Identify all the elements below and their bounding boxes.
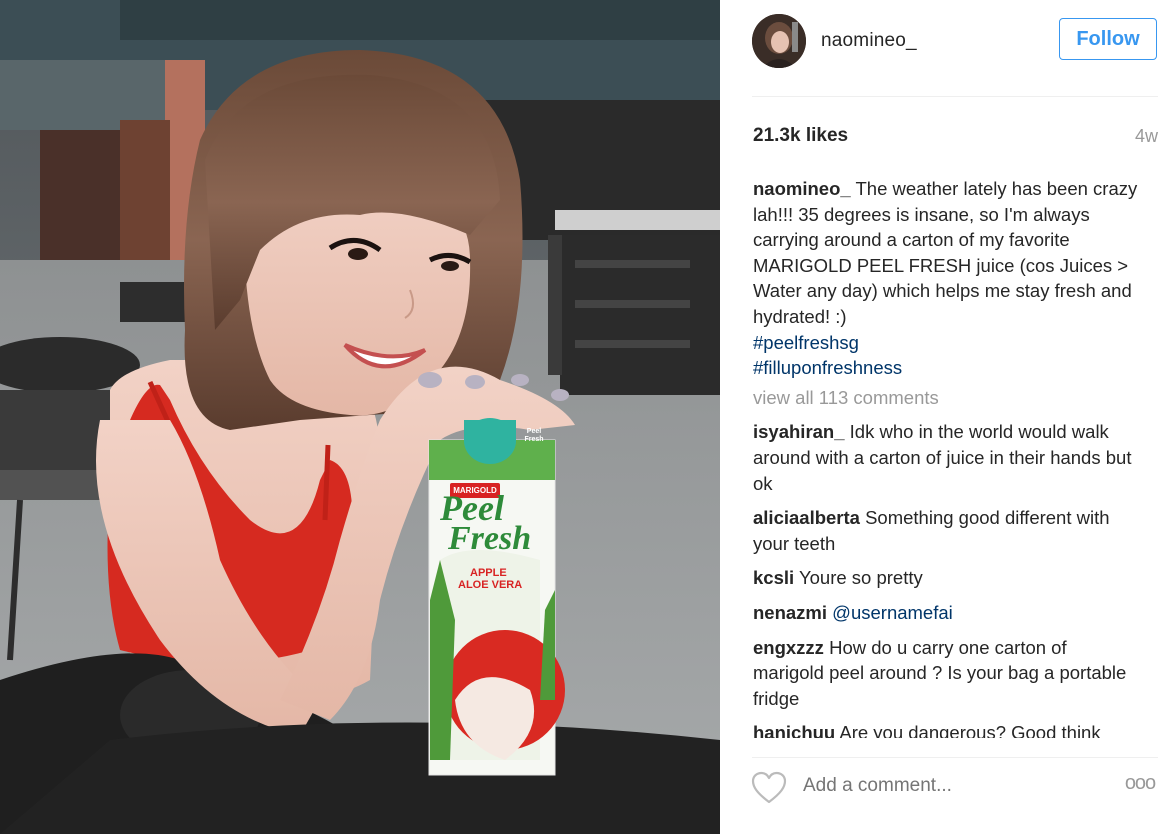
post-side-panel: naomineo_ Follow 21.3k likes 4w naomineo… (720, 0, 1170, 834)
likes-count[interactable]: 21.3k likes (753, 125, 848, 147)
caption: naomineo_ The weather lately has been cr… (753, 176, 1138, 381)
juice-carton (428, 418, 565, 776)
comment-username[interactable]: aliciaalberta (753, 507, 860, 528)
carton-name-line2: Fresh (448, 520, 532, 557)
carton-flavor-line1: APPLE (470, 567, 507, 579)
comment-item: nenazmi @usernamefai (753, 600, 1138, 626)
comment-mention-link[interactable]: @usernamefai (832, 602, 953, 623)
follow-button[interactable]: Follow (1059, 18, 1157, 60)
more-options-icon[interactable]: ooo (1122, 772, 1158, 802)
post-age[interactable]: 4w (1135, 126, 1158, 147)
comment-item: engxzzz How do u carry one carton of mar… (753, 635, 1138, 712)
comment-username[interactable]: nenazmi (753, 602, 827, 623)
comment-item: isyahiran_ Idk who in the world would wa… (753, 419, 1138, 496)
post-username[interactable]: naomineo_ (821, 30, 917, 52)
post-header: naomineo_ Follow (720, 0, 1170, 96)
comment-text: Youre so pretty (798, 567, 923, 589)
carton-name-line1: Peel (440, 488, 504, 528)
comment-item: kcsli Youre so pretty (753, 565, 1138, 591)
heart-icon[interactable] (751, 771, 787, 805)
caption-username[interactable]: naomineo_ (753, 178, 851, 199)
comments-list: naomineo_ The weather lately has been cr… (753, 176, 1138, 738)
comment-username[interactable]: kcsli (753, 567, 794, 588)
comment-item: hanichuu Are you dangerous? Good think (753, 720, 1138, 738)
comment-username[interactable]: hanichuu (753, 722, 835, 738)
hashtag-link[interactable]: #filluponfreshness (753, 355, 1138, 381)
header-divider (752, 96, 1158, 97)
avatar-image (752, 14, 806, 68)
photo-illustration (0, 0, 720, 834)
comment-text: Are you dangerous? Good think (839, 722, 1101, 738)
footer-divider (752, 757, 1158, 758)
comment-username[interactable]: isyahiran_ (753, 421, 845, 442)
post-photo[interactable]: MARIGOLD Peel Fresh APPLE ALOE VERA Peel… (0, 0, 720, 834)
caption-text: The weather lately has been crazy lah!!!… (753, 178, 1138, 327)
hashtag-link[interactable]: #peelfreshsg (753, 330, 1138, 356)
comment-username[interactable]: engxzzz (753, 637, 824, 658)
add-comment-input[interactable] (801, 774, 1065, 798)
comment-item: aliciaalberta Something good different w… (753, 505, 1138, 556)
carton-flavor-line2: ALOE VERA (458, 579, 523, 591)
avatar[interactable] (752, 14, 806, 68)
view-all-comments-link[interactable]: view all 113 comments (753, 385, 1138, 411)
carton-corner-logo: Peel Fresh (524, 428, 544, 443)
